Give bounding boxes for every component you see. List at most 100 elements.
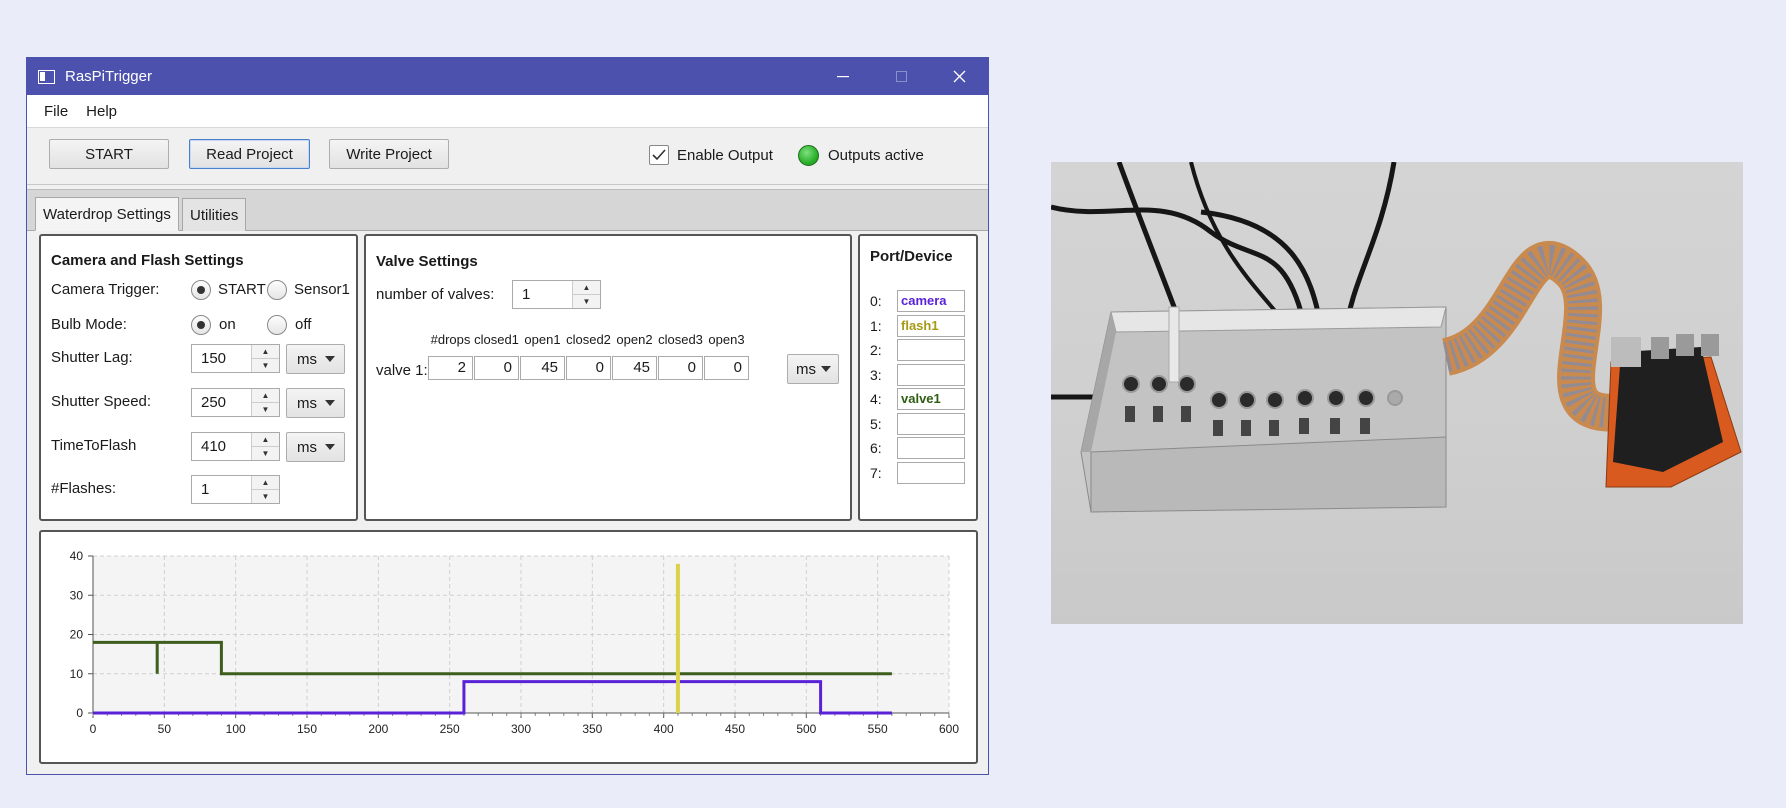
flashes-spinner[interactable]: 1 ▲ ▼ — [191, 475, 280, 504]
decrement-icon[interactable]: ▼ — [252, 490, 279, 503]
x-tick-label: 500 — [796, 722, 816, 736]
maximize-button[interactable] — [872, 58, 930, 95]
valve-cell-closed1[interactable]: 0 — [474, 356, 519, 380]
menu-bar: File Help — [27, 95, 988, 128]
tab-utilities[interactable]: Utilities — [182, 198, 247, 231]
valve-header-closed3: closed3 — [658, 332, 703, 347]
number-of-valves-label: number of valves: — [376, 286, 495, 303]
tab-waterdrop-settings[interactable]: Waterdrop Settings — [35, 197, 179, 231]
app-window: RasPiTrigger File Help START Read Projec… — [26, 57, 989, 775]
valve-unit-select[interactable]: ms — [787, 354, 839, 384]
shutter-lag-unit-select[interactable]: ms — [286, 344, 345, 374]
decrement-icon[interactable]: ▼ — [252, 359, 279, 372]
number-of-valves-spinner[interactable]: 1 ▲ ▼ — [512, 280, 601, 309]
y-tick-label: 20 — [70, 628, 84, 642]
increment-icon[interactable]: ▲ — [573, 281, 600, 295]
trigger-start-radio[interactable] — [191, 280, 211, 300]
port-device-field[interactable] — [897, 461, 965, 484]
shutter-lag-value[interactable]: 150 — [192, 345, 251, 372]
bulb-on-radio[interactable] — [191, 315, 211, 335]
checkmark-icon — [652, 149, 666, 161]
port-label: 3: — [870, 366, 882, 383]
shutter-speed-unit-value: ms — [297, 394, 317, 412]
flashes-label: #Flashes: — [51, 480, 117, 497]
hardware-photo — [1051, 162, 1743, 624]
valve-cell-num-drops[interactable]: 2 — [428, 356, 473, 380]
port-device-field[interactable]: valve1 — [897, 388, 965, 410]
y-tick-label: 0 — [76, 706, 83, 720]
port-device-field[interactable] — [897, 437, 965, 459]
time-to-flash-label: TimeToFlash — [51, 437, 137, 454]
close-button[interactable] — [930, 58, 988, 95]
tab-strip: Waterdrop Settings Utilities — [27, 189, 988, 231]
decrement-icon[interactable]: ▼ — [252, 403, 279, 416]
increment-icon[interactable]: ▲ — [252, 433, 279, 447]
port-label: 7: — [870, 464, 882, 481]
y-tick-label: 30 — [70, 588, 84, 602]
app-icon — [38, 69, 55, 84]
trigger-sensor1-radio[interactable] — [267, 280, 287, 300]
bulb-mode-label: Bulb Mode: — [51, 316, 127, 333]
outputs-active-label: Outputs active — [828, 147, 924, 164]
timing-chart-panel: 0 50 100 150 200 250 300 350 400 450 500 550 600 0 10 2… — [39, 530, 978, 764]
valve-cell-closed3[interactable]: 0 — [658, 356, 703, 380]
menu-file[interactable]: File — [35, 103, 77, 120]
flashes-value[interactable]: 1 — [192, 476, 251, 503]
shutter-speed-label: Shutter Speed: — [51, 393, 152, 410]
x-tick-label: 50 — [158, 722, 172, 736]
menu-help[interactable]: Help — [77, 103, 126, 120]
decrement-icon[interactable]: ▼ — [573, 295, 600, 308]
valve-cell-closed2[interactable]: 0 — [566, 356, 611, 380]
camera-panel-title: Camera and Flash Settings — [51, 252, 244, 269]
port-panel-title: Port/Device — [870, 248, 953, 265]
x-tick-label: 100 — [226, 722, 246, 736]
port-device-field[interactable] — [897, 363, 965, 386]
time-to-flash-unit-value: ms — [297, 438, 317, 456]
valve-cell-open3[interactable]: 0 — [704, 356, 749, 380]
port-label: 5: — [870, 415, 882, 432]
port-device-field[interactable] — [897, 339, 965, 361]
valve-cell-open1[interactable]: 45 — [520, 356, 565, 380]
decrement-icon[interactable]: ▼ — [252, 447, 279, 460]
x-tick-label: 150 — [297, 722, 317, 736]
port-label: 0: — [870, 293, 882, 309]
enable-output-label: Enable Output — [677, 146, 773, 164]
chevron-down-icon — [325, 356, 335, 362]
y-tick-label: 10 — [70, 667, 84, 681]
shutter-speed-spinner[interactable]: 250 ▲ ▼ — [191, 388, 280, 417]
shutter-lag-unit-value: ms — [297, 350, 317, 368]
x-tick-label: 550 — [868, 722, 888, 736]
port-device-field[interactable]: flash1 — [897, 314, 965, 337]
start-button[interactable]: START — [49, 139, 169, 169]
x-tick-label: 0 — [90, 722, 97, 736]
timing-chart: 0 50 100 150 200 250 300 350 400 450 500 550 600 0 10 2… — [70, 549, 960, 736]
trigger-start-label: START — [218, 281, 266, 298]
valve-cell-open2[interactable]: 45 — [612, 356, 657, 380]
port-device-field[interactable] — [897, 412, 965, 435]
maximize-icon — [895, 71, 907, 82]
valve-row-label: valve 1: — [376, 362, 428, 379]
increment-icon[interactable]: ▲ — [252, 389, 279, 403]
time-to-flash-value[interactable]: 410 — [192, 433, 251, 460]
shutter-speed-unit-select[interactable]: ms — [286, 388, 345, 418]
enable-output-toggle[interactable]: Enable Output — [649, 145, 773, 165]
port-label: 2: — [870, 342, 882, 358]
increment-icon[interactable]: ▲ — [252, 476, 279, 490]
title-bar[interactable]: RasPiTrigger — [27, 58, 988, 95]
read-project-button[interactable]: Read Project — [189, 139, 310, 169]
increment-icon[interactable]: ▲ — [252, 345, 279, 359]
enable-output-checkbox[interactable] — [649, 145, 669, 165]
status-led-icon — [798, 145, 819, 166]
shutter-lag-spinner[interactable]: 150 ▲ ▼ — [191, 344, 280, 373]
x-tick-label: 300 — [511, 722, 531, 736]
port-device-field[interactable]: camera — [897, 290, 965, 312]
chevron-down-icon — [325, 400, 335, 406]
time-to-flash-spinner[interactable]: 410 ▲ ▼ — [191, 432, 280, 461]
number-of-valves-value[interactable]: 1 — [513, 281, 572, 308]
shutter-speed-value[interactable]: 250 — [192, 389, 251, 416]
time-to-flash-unit-select[interactable]: ms — [286, 432, 345, 462]
minimize-button[interactable] — [814, 58, 872, 95]
valve-unit-value: ms — [796, 360, 816, 378]
write-project-button[interactable]: Write Project — [329, 139, 449, 169]
bulb-off-radio[interactable] — [267, 315, 287, 335]
